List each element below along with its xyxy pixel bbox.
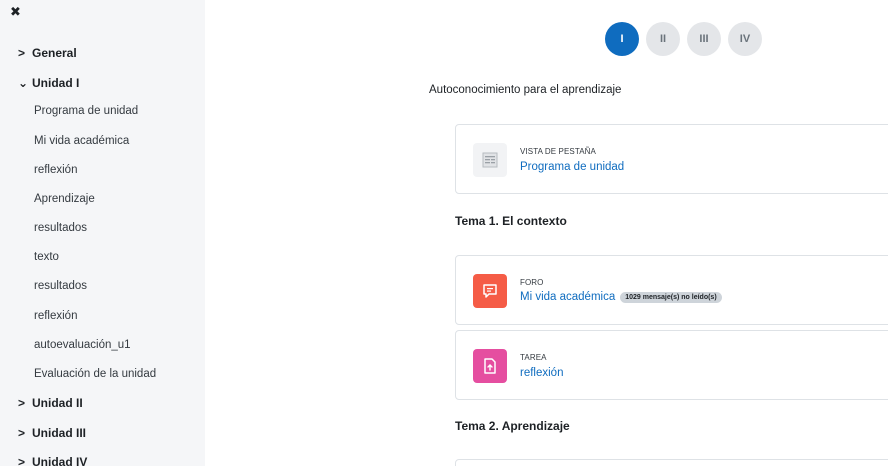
sidebar-item-reflexion[interactable]: reflexión: [34, 162, 77, 178]
section-label: Unidad IV: [32, 455, 88, 466]
section-unidad-4[interactable]: > Unidad IV: [18, 454, 87, 466]
topic-title: Tema 1. El contexto: [455, 214, 567, 228]
section-label: Unidad I: [32, 76, 80, 90]
activity-type-label: FORO: [520, 278, 544, 287]
sidebar-item-reflexion-2[interactable]: reflexión: [34, 308, 77, 324]
activity-card-page: VISTA DE PESTAÑA Programa de unidad: [455, 124, 888, 194]
close-icon[interactable]: ✖: [10, 4, 21, 20]
pager-button-3[interactable]: III: [687, 22, 721, 56]
sidebar-item-mi-vida-academica[interactable]: Mi vida académica: [34, 133, 129, 149]
section-label: General: [32, 46, 77, 60]
pager-button-4[interactable]: IV: [728, 22, 762, 56]
topic-title: Tema 2. Aprendizaje: [455, 419, 570, 433]
activity-card-assignment: TAREA reflexión: [455, 330, 888, 400]
sidebar-item-resultados[interactable]: resultados: [34, 220, 87, 236]
unit-pager: I II III IV: [605, 22, 762, 56]
activity-link[interactable]: reflexión: [520, 367, 563, 379]
assignment-icon: [473, 349, 507, 383]
chevron-right-icon[interactable]: >: [18, 45, 32, 61]
activity-card-forum: FORO Mi vida académica 1029 mensaje(s) no…: [455, 255, 888, 325]
section-label: Unidad II: [32, 396, 83, 410]
sidebar-item-texto[interactable]: texto: [34, 249, 59, 265]
chevron-right-icon[interactable]: >: [18, 425, 32, 441]
pager-button-2[interactable]: II: [646, 22, 680, 56]
chevron-right-icon[interactable]: >: [18, 395, 32, 411]
activity-type-label: TAREA: [520, 353, 547, 362]
activity-link[interactable]: Mi vida académica: [520, 291, 615, 303]
activity-link[interactable]: Programa de unidad: [520, 161, 624, 173]
activity-link-row: Mi vida académica 1029 mensaje(s) no leíd…: [520, 291, 722, 303]
activity-card-next: [455, 459, 888, 466]
unread-badge[interactable]: 1029 mensaje(s) no leído(s): [620, 292, 722, 303]
course-index-sidebar: ✖ > General ⌄ Unidad I Programa de unidad …: [0, 0, 205, 466]
sidebar-item-resultados-2[interactable]: resultados: [34, 278, 87, 294]
sidebar-item-programa-de-unidad[interactable]: Programa de unidad: [34, 103, 138, 119]
section-general[interactable]: > General: [18, 45, 77, 61]
sidebar-item-aprendizaje[interactable]: Aprendizaje: [34, 191, 95, 207]
chevron-down-icon[interactable]: ⌄: [18, 75, 32, 91]
pager-button-1[interactable]: I: [605, 22, 639, 56]
sidebar-item-autoevaluacion[interactable]: autoevaluación_u1: [34, 337, 131, 353]
section-unidad-1[interactable]: ⌄ Unidad I: [18, 75, 79, 91]
section-summary: Autoconocimiento para el aprendizaje: [429, 84, 622, 96]
section-unidad-2[interactable]: > Unidad II: [18, 395, 83, 411]
section-label: Unidad III: [32, 426, 86, 440]
page-icon: [473, 143, 507, 177]
forum-icon: [473, 274, 507, 308]
sidebar-item-evaluacion-unidad[interactable]: Evaluación de la unidad: [34, 366, 156, 382]
chevron-right-icon[interactable]: >: [18, 454, 32, 466]
section-unidad-3[interactable]: > Unidad III: [18, 425, 86, 441]
activity-type-label: VISTA DE PESTAÑA: [520, 147, 596, 156]
